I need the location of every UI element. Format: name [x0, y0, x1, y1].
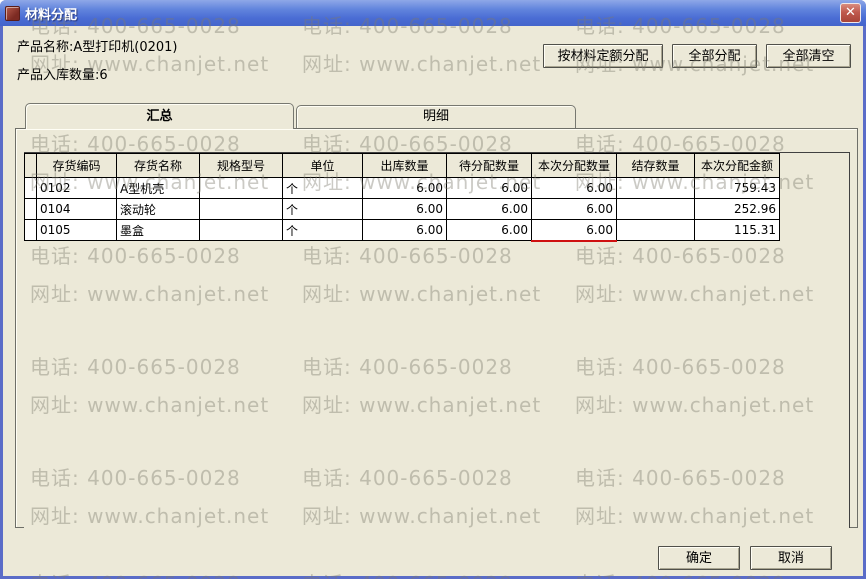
cell[interactable]: 6.00	[362, 219, 447, 241]
cell[interactable]: A型机壳	[116, 177, 200, 199]
close-icon[interactable]: ✕	[840, 3, 861, 23]
row-selector[interactable]	[24, 219, 37, 241]
allocation-table: 存货编码 存货名称 规格型号 单位 出库数量 待分配数量 本次分配数量 结存数量 本次分配金额 …	[24, 153, 780, 242]
cell[interactable]: 滚动轮	[116, 198, 200, 220]
cell[interactable]	[199, 219, 283, 241]
table-header-row: 存货编码 存货名称 规格型号 单位 出库数量 待分配数量 本次分配数量 结存数量 本次分配金额	[24, 153, 780, 178]
cell[interactable]: 个	[282, 177, 363, 199]
titlebar[interactable]: 材料分配 ✕	[0, 0, 866, 26]
cell[interactable]: 6.00	[531, 219, 617, 242]
cell[interactable]	[199, 198, 283, 220]
cell[interactable]: 6.00	[531, 177, 617, 199]
cell[interactable]	[199, 177, 283, 199]
dialog-client-area: 产品名称:A型打印机(0201) 产品入库数量:6 按材料定额分配 全部分配 全…	[3, 26, 863, 576]
cell[interactable]	[616, 219, 695, 241]
allocation-grid-area: 存货编码 存货名称 规格型号 单位 出库数量 待分配数量 本次分配数量 结存数量 本次分配金额 …	[24, 152, 850, 528]
allocate-by-quota-button[interactable]: 按材料定额分配	[543, 44, 663, 68]
column-header-1: 存货名称	[116, 153, 200, 178]
row-selector-header	[24, 153, 37, 178]
cancel-button[interactable]: 取消	[750, 546, 832, 570]
material-allocation-dialog: 材料分配 ✕ 产品名称:A型打印机(0201) 产品入库数量:6 按材料定额分配…	[0, 0, 866, 579]
cell[interactable]	[616, 177, 695, 199]
cell[interactable]: 0105	[36, 219, 117, 241]
cell[interactable]: 6.00	[531, 198, 617, 220]
row-selector[interactable]	[24, 198, 37, 220]
column-header-2: 规格型号	[199, 153, 283, 178]
cell[interactable]: 个	[282, 198, 363, 220]
table-row: 0102 A型机壳个 6.00 6.00 6.00 759.43	[24, 177, 780, 199]
cell[interactable]: 墨盒	[116, 219, 200, 241]
column-header-8: 本次分配金额	[694, 153, 780, 178]
allocation-toolbar: 按材料定额分配 全部分配 全部清空	[543, 44, 851, 68]
product-name-label: 产品名称:A型打印机(0201)	[17, 40, 178, 55]
app-icon	[5, 5, 20, 21]
cell[interactable]: 6.00	[446, 177, 532, 199]
column-header-0: 存货编码	[36, 153, 117, 178]
window-title: 材料分配	[25, 7, 78, 23]
allocate-all-button[interactable]: 全部分配	[672, 44, 757, 68]
clear-all-button[interactable]: 全部清空	[766, 44, 851, 68]
cell[interactable]: 6.00	[446, 219, 532, 241]
cell[interactable]	[616, 198, 695, 220]
column-header-6: 本次分配数量	[531, 153, 617, 178]
tab-summary[interactable]: 汇总	[25, 103, 294, 129]
cell[interactable]: 6.00	[362, 198, 447, 220]
cell[interactable]: 115.31	[694, 219, 780, 241]
summary-tab-page: 存货编码 存货名称 规格型号 单位 出库数量 待分配数量 本次分配数量 结存数量 本次分配金额 …	[15, 128, 858, 528]
column-header-4: 出库数量	[362, 153, 447, 178]
product-qty-label: 产品入库数量:6	[17, 68, 108, 83]
cell[interactable]: 0102	[36, 177, 117, 199]
cell[interactable]: 6.00	[446, 198, 532, 220]
cell[interactable]: 个	[282, 219, 363, 241]
row-selector[interactable]	[24, 177, 37, 199]
cell[interactable]: 6.00	[362, 177, 447, 199]
cell[interactable]: 0104	[36, 198, 117, 220]
table-body: 0102 A型机壳个 6.00 6.00 6.00 759.43 0104 滚动轮个 6.00 6…	[24, 177, 780, 242]
table-row: 0105 墨盒个 6.00 6.00 6.00 115.31	[24, 219, 780, 242]
tab-detail[interactable]: 明细	[296, 105, 576, 129]
column-header-7: 结存数量	[616, 153, 695, 178]
cell[interactable]: 759.43	[694, 177, 780, 199]
cell[interactable]: 252.96	[694, 198, 780, 220]
column-header-3: 单位	[282, 153, 363, 178]
ok-button[interactable]: 确定	[658, 546, 740, 570]
column-header-5: 待分配数量	[446, 153, 532, 178]
table-row: 0104 滚动轮个 6.00 6.00 6.00 252.96	[24, 198, 780, 220]
